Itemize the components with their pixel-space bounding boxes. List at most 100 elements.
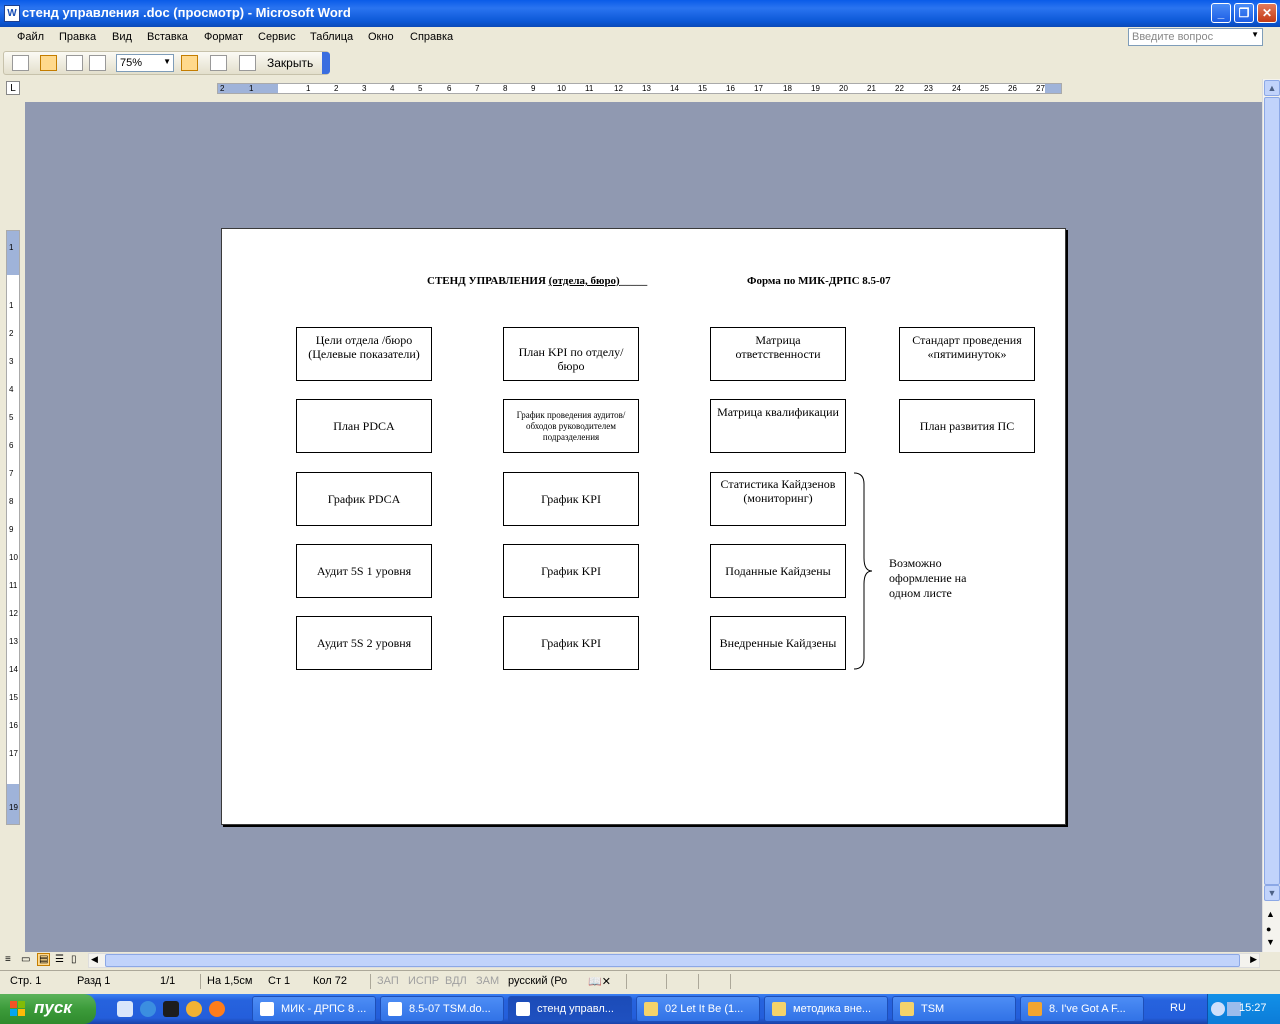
next-page-icon[interactable]: ▼ [1266,937,1275,947]
toolbar-options-handle[interactable] [322,52,330,74]
menu-tools[interactable]: Сервис [258,31,296,43]
taskbar-item[interactable]: 02 Let It Be (1... [636,996,760,1022]
horizontal-scrollbar[interactable]: ◀ ▶ [88,953,1260,968]
menu-edit[interactable]: Правка [59,31,96,43]
clock[interactable]: 15:27 [1239,1002,1267,1014]
ruler-label: 3 [9,357,14,366]
ruler-label: 10 [9,553,18,562]
ruler-label: 13 [642,84,651,93]
close-preview-button[interactable]: Закрыть [267,56,313,70]
one-page-icon[interactable] [66,55,83,71]
ask-question-input[interactable]: Введите вопрос ▼ [1128,28,1263,46]
multiple-pages-icon[interactable] [89,55,106,71]
quick-launch-app-icon[interactable] [186,1001,202,1017]
ruler-label: 6 [447,84,452,93]
select-browse-object-icon[interactable]: ● [1266,924,1271,934]
menu-help[interactable]: Справка [410,31,453,43]
taskbar-item[interactable]: 8.5-07 TSM.do... [380,996,504,1022]
menu-table[interactable]: Таблица [310,31,353,43]
status-language[interactable]: русский (Ро [508,975,567,987]
reading-layout-icon[interactable]: ▯ [71,954,77,965]
diagram-box: Аудит 5S 2 уровня [296,616,432,670]
vertical-scrollbar[interactable]: ▲ ▼ ▲ ● ▼ [1262,79,1280,952]
diagram-box: План KPI по отделу/бюро [503,327,639,381]
taskbar-item[interactable]: МИК - ДРПС 8 ... [252,996,376,1022]
normal-view-icon[interactable]: ≡ [5,954,11,965]
taskbar-item[interactable]: TSM [892,996,1016,1022]
taskbar-item[interactable]: методика вне... [764,996,888,1022]
show-desktop-icon[interactable] [117,1001,133,1017]
outline-view-icon[interactable]: ☰ [55,954,64,965]
menu-window[interactable]: Окно [368,31,394,43]
scroll-down-icon[interactable]: ▼ [1264,885,1280,901]
minimize-button[interactable]: _ [1211,3,1231,23]
magnifier-icon[interactable] [40,55,57,71]
document-page[interactable]: СТЕНД УПРАВЛЕНИЯ (отдела, бюро)_____ Фор… [221,228,1066,825]
restore-button[interactable]: ❐ [1234,3,1254,23]
horizontal-ruler[interactable]: 2 1 1 2 3 4 5 6 7 8 9 10 11 12 13 14 15 … [217,83,1062,94]
menu-format[interactable]: Формат [204,31,243,43]
full-screen-icon[interactable] [239,55,256,71]
ruler-label: 22 [895,84,904,93]
print-preview-toolbar: 75% ▼ Закрыть [3,51,330,75]
stand-title-blank: _____ [619,275,648,287]
menu-file[interactable]: Файл [17,31,44,43]
word-app-icon[interactable]: W [4,5,20,22]
scroll-up-icon[interactable]: ▲ [1264,80,1280,96]
curly-brace [853,472,873,670]
status-section: Разд 1 [77,975,111,987]
zoom-value: 75% [120,57,143,69]
diagram-box: Цели отдела /бюро (Целевые показатели) [296,327,432,381]
print-icon[interactable] [12,55,29,71]
ruler-right-margin [1045,84,1061,93]
taskbar-item-active[interactable]: стенд управл... [508,996,632,1022]
ruler-left-margin [218,84,278,93]
taskbar-item-label: методика вне... [793,1003,872,1015]
view-bar: ≡ ▭ ▤ ☰ ▯ ◀ ▶ [0,952,1262,969]
ruler-label: 11 [9,581,18,590]
zoom-select[interactable]: 75% ▼ [116,54,174,72]
internet-explorer-icon[interactable] [140,1001,156,1017]
show-hidden-icons-icon[interactable] [1211,1002,1225,1016]
previous-page-icon[interactable]: ▲ [1266,909,1275,919]
diagram-box: График KPI [503,544,639,598]
web-layout-icon[interactable]: ▭ [21,954,30,965]
word-doc-icon [388,1002,402,1016]
shrink-to-fit-icon[interactable] [210,55,227,71]
menu-insert[interactable]: Вставка [147,31,188,43]
vertical-ruler[interactable]: 1 1 2 3 4 5 6 7 8 9 10 11 12 13 14 15 16… [6,230,20,825]
view-ruler-icon[interactable] [181,55,198,71]
diagram-box: Аудит 5S 1 уровня [296,544,432,598]
status-line: Ст 1 [268,975,291,987]
taskbar-item[interactable]: 8. I've Got A F... [1020,996,1144,1022]
diagram-box: Матрица квалификации [710,399,846,453]
ruler-label: 19 [9,803,18,812]
scrollbar-thumb[interactable] [1264,97,1280,885]
scrollbar-thumb[interactable] [105,954,1240,967]
media-player-icon[interactable] [209,1001,225,1017]
ruler-label: 15 [698,84,707,93]
status-record-macro[interactable]: ЗАП [377,975,399,987]
folder-icon [772,1002,786,1016]
scroll-right-icon[interactable]: ▶ [1250,954,1257,965]
ruler-label: 5 [418,84,423,93]
tab-selector[interactable]: L [6,81,20,95]
print-layout-icon[interactable]: ▤ [37,953,51,966]
close-window-button[interactable]: ✕ [1257,3,1277,23]
status-overtype[interactable]: ЗАМ [476,975,499,987]
language-indicator[interactable]: RU [1170,1002,1186,1014]
ruler-label: 18 [783,84,792,93]
menu-view[interactable]: Вид [112,31,132,43]
taskbar-item-label: 8. I've Got A F... [1049,1003,1126,1015]
ruler-label: 26 [1008,84,1017,93]
status-track-changes[interactable]: ИСПР [408,975,439,987]
spelling-status-icon[interactable]: 📖✕ [588,975,611,988]
diagram-box: Внедренные Кайдзены [710,616,846,670]
start-button[interactable]: пуск [0,994,96,1024]
chevron-down-icon[interactable]: ▼ [1251,30,1259,39]
scroll-left-icon[interactable]: ◀ [91,954,98,965]
status-extend[interactable]: ВДЛ [445,975,467,987]
media-app-icon[interactable] [163,1001,179,1017]
chevron-down-icon[interactable]: ▼ [163,57,171,66]
title-bar[interactable]: W стенд управления .doc (просмотр) - Mic… [0,0,1280,27]
